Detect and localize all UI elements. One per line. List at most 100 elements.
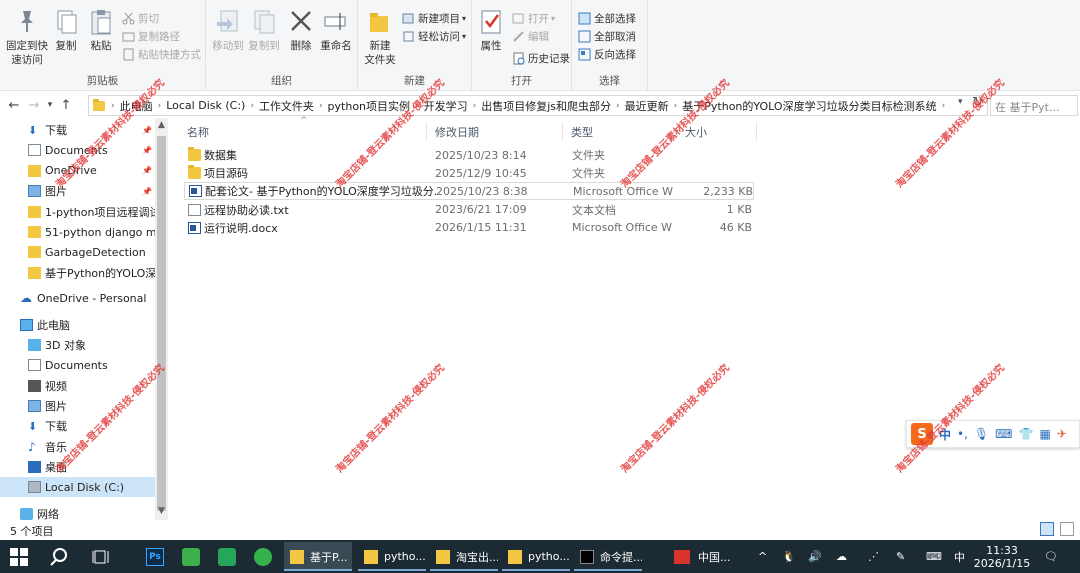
breadcrumb-item[interactable]: 工作文件夹 [259,98,314,114]
nav-item[interactable]: 桌面 [0,457,155,477]
open-button[interactable]: 打开 ▾ [512,10,555,27]
column-divider[interactable] [756,122,757,140]
app-green-icon[interactable] [182,540,200,573]
breadcrumb-chevron-icon[interactable]: › [473,101,477,111]
clothes-skin-icon[interactable]: 👕 [1018,427,1033,441]
nav-item[interactable]: 图片 [0,396,155,416]
edit-button[interactable]: 编辑 [512,28,549,45]
breadcrumb-chevron-icon[interactable]: › [250,101,254,111]
nav-item[interactable]: 1-python项目远程调试记 [0,202,155,222]
nav-item[interactable]: GarbageDetection [0,242,155,262]
column-header-type[interactable]: 类型 [571,122,593,142]
windows-start-icon[interactable] [10,540,32,573]
search-input[interactable]: 在 基于Pyt... [990,95,1078,116]
file-row[interactable]: 配套论文- 基于Python的YOLO深度学习垃圾分... 2025/10/23 … [184,182,754,201]
recent-dropdown-icon[interactable]: ▾ [44,100,56,110]
pin-icon[interactable]: 📌 [142,187,152,196]
taskbar-app[interactable]: pytho... [502,542,570,571]
breadcrumb-item[interactable]: 开发学习 [424,98,468,114]
delete-button[interactable]: 删除 [288,8,314,53]
photoshop-icon[interactable]: Ps [146,540,164,573]
large-icons-view-icon[interactable] [1060,522,1074,536]
taskbar-app[interactable]: 淘宝出... [430,542,498,571]
properties-button[interactable]: 属性 [476,8,506,53]
tray-expand-icon[interactable]: ^ [758,540,767,573]
app-green-store-icon[interactable] [218,540,236,573]
breadcrumb-item[interactable]: 基于Python的YOLO深度学习垃圾分类目标检测系统 [682,98,936,114]
touch-keyboard-icon[interactable]: ⌨ [926,540,942,573]
scroll-up-icon[interactable]: ▲ [155,120,168,130]
nav-item[interactable]: 基于Python的YOLO深度 [0,263,155,283]
easy-access-button[interactable]: 轻松访问 ▾ [402,28,466,45]
notification-icon[interactable]: 🗨 [1044,540,1058,573]
breadcrumb-chevron-icon[interactable]: › [319,101,323,111]
pin-icon[interactable]: 📌 [142,126,152,135]
region-app[interactable]: 中国... [674,540,731,573]
file-row[interactable]: 运行说明.docx 2026/1/15 11:31 Microsoft Office… [184,219,754,237]
qq-icon[interactable]: 🐧 [782,540,796,573]
column-header-name[interactable]: 名称 [187,122,209,142]
copy-path-button[interactable]: 复制路径 [122,28,180,45]
file-row[interactable]: 项目源码 2025/12/9 10:45 文件夹 [184,164,754,182]
move-to-button[interactable]: 移动到 [210,8,246,53]
breadcrumb-chevron-icon[interactable]: › [158,101,162,111]
breadcrumb-item[interactable]: 此电脑 [120,98,153,114]
nav-item-onedrive-personal[interactable]: ☁ OneDrive - Personal [0,288,155,308]
breadcrumb-chevron-icon[interactable]: › [616,101,620,111]
sogou-logo-icon[interactable]: S [911,423,933,445]
punctuation-icon[interactable]: •, [957,427,968,441]
breadcrumb-chevron-icon[interactable]: › [942,101,946,111]
nav-scroll-thumb[interactable] [157,136,166,511]
history-button[interactable]: 历史记录 [512,50,570,67]
new-folder-button[interactable]: 新建 文件夹 [362,8,398,67]
copy-button[interactable]: 复制 [52,8,80,53]
nav-item[interactable]: Documents [0,355,155,375]
nav-item[interactable]: 3D 对象 [0,335,155,355]
breadcrumb-chevron-icon[interactable]: › [415,101,419,111]
breadcrumb-item[interactable]: Local Disk (C:) [166,99,245,112]
nav-item[interactable]: OneDrive 📌 [0,161,155,181]
nav-item[interactable]: 视频 [0,376,155,396]
search-icon[interactable] [50,540,72,573]
network-wifi-icon[interactable]: ⋰ [868,540,879,573]
ime-mode-toggle[interactable]: 中 [939,426,951,443]
paste-button[interactable]: 粘贴 [86,8,116,53]
nav-scrollbar[interactable]: ▲ ▼ [155,118,168,520]
nav-item-network[interactable]: 网络 [0,504,155,520]
new-item-button[interactable]: 新建项目 ▾ [402,10,466,27]
back-arrow-icon[interactable]: ← [4,98,24,113]
nav-item[interactable]: Documents 📌 [0,140,155,160]
file-row[interactable]: 数据集 2025/10/23 8:14 文件夹 [184,146,754,164]
nav-item[interactable]: ⬇ 下载 [0,416,155,436]
taskbar-app[interactable]: 命令提... [574,542,642,571]
pin-quick-access-button[interactable]: 固定到快 速访问 [4,8,50,67]
nav-item[interactable]: Local Disk (C:) [0,477,155,498]
nav-item-this-pc[interactable]: 此电脑 [0,315,155,335]
scroll-down-icon[interactable]: ▼ [155,506,168,516]
breadcrumb-item[interactable]: 出售项目修复js和爬虫部分 [481,98,611,114]
column-header-size[interactable]: 大小 [685,122,707,142]
address-path-box[interactable]: › 此电脑 › Local Disk (C:) › 工作文件夹 › python项目实例 › 开发… [88,95,988,116]
select-none-button[interactable]: 全部取消 [578,28,636,45]
taskbar-app[interactable]: pytho... [358,542,426,571]
refresh-icon[interactable]: ↻ [972,95,983,110]
volume-icon[interactable]: 🔊 [808,540,822,573]
details-view-icon[interactable] [1040,522,1054,536]
pin-icon[interactable]: 📌 [142,166,152,175]
forward-arrow-icon[interactable]: → [24,98,44,113]
nav-item[interactable]: 图片 📌 [0,181,155,201]
ime-indicator[interactable]: 中 [954,540,965,573]
column-divider[interactable] [676,122,677,140]
task-view-icon[interactable] [92,540,114,573]
copy-to-button[interactable]: 复制到 [246,8,282,53]
taskbar-app[interactable]: 基于P... [284,542,352,571]
keyboard-icon[interactable]: ⌨ [995,427,1012,441]
toolbox-icon[interactable]: ✈ [1057,427,1067,441]
column-divider[interactable] [562,122,563,140]
microphone-icon[interactable]: 🎙 [974,427,989,441]
nav-item[interactable]: 51-python django mys [0,222,155,242]
cloud-icon[interactable]: ☁ [836,540,847,573]
clock[interactable]: 11:33 2026/1/15 [974,540,1030,573]
cut-button[interactable]: 剪切 [122,10,159,27]
pin-icon[interactable]: 📌 [142,146,152,155]
